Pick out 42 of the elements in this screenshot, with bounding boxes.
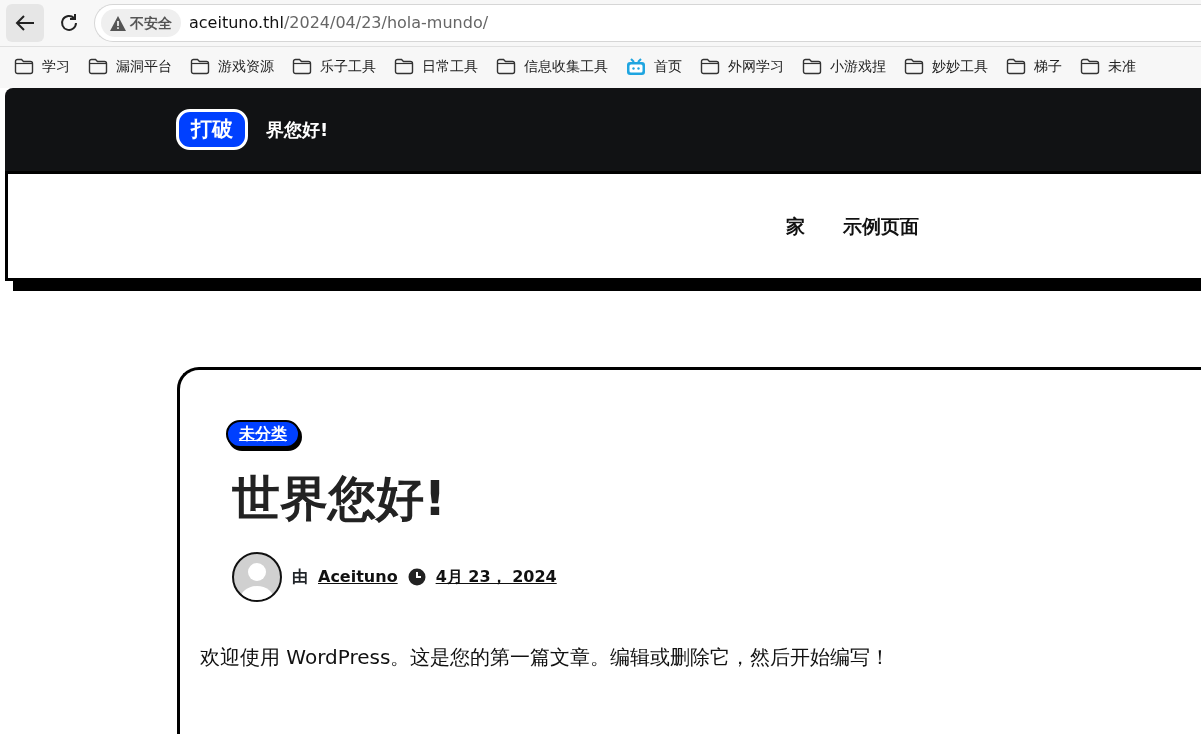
security-chip[interactable]: 不安全 xyxy=(101,9,181,37)
folder-icon xyxy=(394,58,414,75)
post-title: 世界您好! xyxy=(232,470,447,528)
folder-icon xyxy=(292,58,312,75)
category-tag[interactable]: 未分类 xyxy=(226,420,300,448)
bookmark-item[interactable]: 日常工具 xyxy=(394,56,478,77)
bookmark-item[interactable]: 外网学习 xyxy=(700,56,784,77)
url-text: aceituno.thl/2024/04/23/hola-mundo/ xyxy=(189,12,489,34)
folder-icon xyxy=(904,58,924,75)
folder-icon xyxy=(190,58,210,75)
folder-icon xyxy=(802,58,822,75)
author-link[interactable]: Aceituno xyxy=(318,564,398,589)
warning-icon xyxy=(110,15,126,31)
bookmark-item[interactable]: 妙妙工具 xyxy=(904,56,988,77)
folder-icon xyxy=(14,58,34,75)
date-link[interactable]: 4月 23， 2024 xyxy=(435,564,557,589)
bookmark-item[interactable]: 学习 xyxy=(14,56,70,77)
bookmark-item[interactable]: 梯子 xyxy=(1006,56,1062,77)
folder-icon xyxy=(88,58,108,75)
avatar xyxy=(232,551,282,602)
bookmark-item[interactable]: 漏洞平台 xyxy=(88,56,172,77)
byline-prefix: 由 xyxy=(292,565,308,588)
tv-robot-icon xyxy=(626,57,646,76)
folder-icon xyxy=(1006,58,1026,75)
nav-link[interactable]: 家 xyxy=(786,211,805,241)
bookmark-item[interactable]: 首页 xyxy=(626,56,682,77)
back-button[interactable] xyxy=(6,4,44,42)
ticker-label: 打破 xyxy=(176,108,248,151)
ticker-link[interactable]: 界您好! xyxy=(266,116,329,143)
post-body: 欢迎使用 WordPress。这是您的第一篇文章。编辑或删除它，然后开始编写！ xyxy=(200,643,892,671)
bookmark-item[interactable]: 未准 xyxy=(1080,56,1136,77)
bookmark-item[interactable]: 信息收集工具 xyxy=(496,56,608,77)
folder-icon xyxy=(496,58,516,75)
bookmark-item[interactable]: 乐子工具 xyxy=(292,56,376,77)
clock-icon xyxy=(407,567,426,586)
bookmark-item[interactable]: 小游戏捏 xyxy=(802,56,886,77)
address-bar[interactable]: 不安全 aceituno.thl/2024/04/23/hola-mundo/ xyxy=(94,4,1201,42)
reload-icon xyxy=(58,12,80,34)
nav-link[interactable]: 示例页面 xyxy=(843,211,919,241)
bookmark-item[interactable]: 游戏资源 xyxy=(190,56,274,77)
folder-icon xyxy=(700,58,720,75)
folder-icon xyxy=(1080,58,1100,75)
